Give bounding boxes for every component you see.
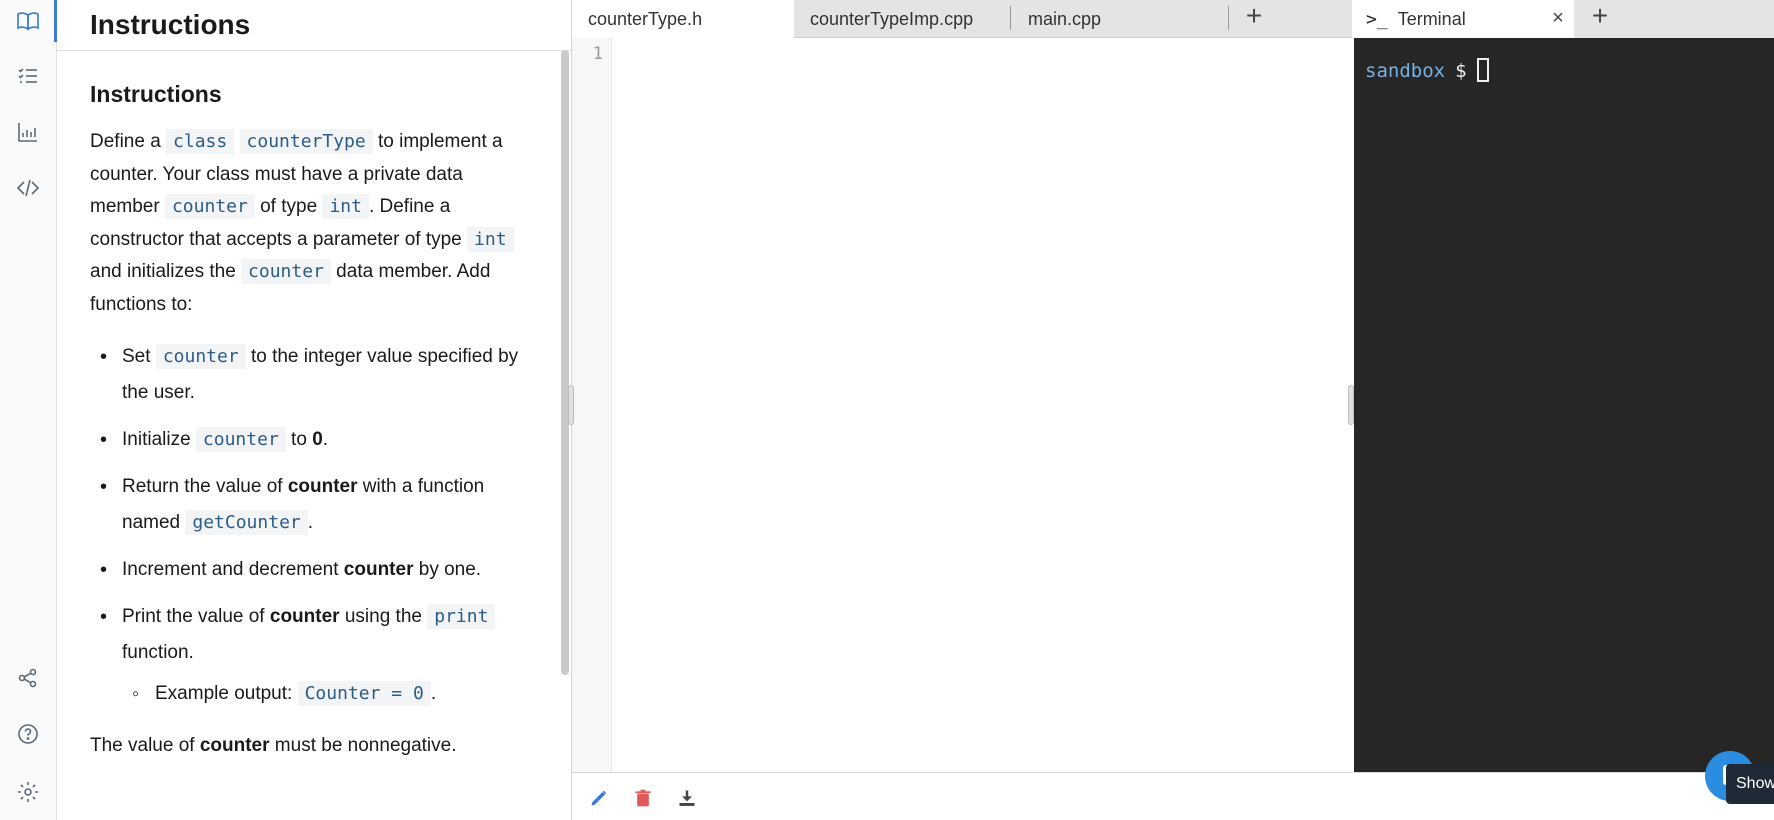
instructions-body: Instructions Define a class counterType … [57, 51, 557, 763]
bold-text: 0 [312, 429, 323, 450]
text: The value of [90, 735, 200, 756]
editor-footer [572, 772, 1352, 820]
tab-main-cpp[interactable]: main.cpp [1012, 0, 1198, 38]
text: and initializes the [90, 261, 242, 282]
text: Return the value of [122, 476, 288, 497]
add-tab-button[interactable]: + [1238, 0, 1270, 32]
inline-code: getCounter [185, 510, 308, 535]
help-icon[interactable] [14, 720, 42, 748]
list-item: Return the value of counter with a funct… [90, 469, 527, 541]
list-item: Print the value of counter using the pri… [90, 599, 527, 671]
text: Define a [90, 131, 167, 152]
tab-terminal[interactable]: >_ Terminal [1354, 0, 1574, 38]
share-icon[interactable] [14, 664, 42, 692]
code-area[interactable] [613, 38, 1345, 772]
editor-tab-bar: counterType.h counterTypeImp.cpp main.cp… [572, 0, 1352, 38]
list-item: Initialize counter to 0. [90, 422, 527, 458]
icon-rail [0, 0, 57, 820]
page-title: Instructions [90, 9, 251, 40]
inline-code: counter [241, 259, 331, 284]
terminal-cursor [1476, 58, 1489, 82]
line-number: 1 [592, 44, 603, 64]
text: must be nonnegative. [269, 735, 457, 756]
tab-separator [1228, 6, 1229, 30]
text: function. [122, 642, 194, 663]
pencil-icon[interactable] [588, 787, 610, 809]
terminal-host: sandbox [1365, 60, 1446, 82]
line-gutter: 1 [572, 38, 612, 772]
download-icon[interactable] [676, 787, 698, 809]
terminal-pane: >_ Terminal × + sandbox $ [1354, 0, 1774, 820]
inline-code: int [467, 226, 514, 252]
checklist-icon[interactable] [14, 62, 42, 90]
close-icon[interactable]: × [1546, 6, 1570, 30]
requirements-list: Set counter to the integer value specifi… [90, 339, 527, 712]
tab-counterTypeImp-cpp[interactable]: counterTypeImp.cpp [794, 0, 1010, 38]
settings-icon[interactable] [14, 778, 42, 806]
inline-code: print [427, 604, 496, 629]
text: by one. [413, 559, 482, 580]
inline-code: counter [155, 344, 246, 369]
terminal-tab-bar: >_ Terminal × + [1354, 0, 1774, 38]
inline-code: class [166, 129, 235, 154]
show-button[interactable]: Show [1726, 764, 1774, 804]
text: Increment and decrement [122, 559, 344, 580]
text: . [322, 429, 329, 450]
text: of type [254, 196, 323, 217]
section-title: Instructions [90, 81, 222, 107]
inline-code: int [322, 194, 369, 219]
list-item: Increment and decrement counter by one. [90, 552, 527, 588]
text: Example output: [155, 683, 298, 704]
tab-counterType-h[interactable]: counterType.h [572, 0, 794, 38]
text: to [285, 429, 313, 450]
instructions-pane: Instructions Instructions Define a class… [57, 0, 572, 820]
pane-resize-handle[interactable] [568, 385, 574, 425]
code-icon[interactable] [14, 174, 42, 202]
bold-text: counter [343, 559, 414, 580]
trash-icon[interactable] [632, 787, 654, 809]
instructions-header: Instructions [57, 0, 571, 51]
add-terminal-button[interactable]: + [1584, 0, 1616, 32]
code-editor: counterType.h counterTypeImp.cpp main.cp… [568, 0, 1354, 820]
nonnegative-note: The value of counter must be nonnegative… [90, 730, 527, 763]
text: Initialize [122, 429, 196, 450]
text: . [430, 683, 437, 704]
instructions-paragraph: Define a class counterType to implement … [90, 126, 527, 321]
bold-text: counter [199, 735, 270, 756]
inline-code: counter [195, 427, 286, 452]
text: Set [122, 346, 156, 367]
terminal-screen[interactable]: sandbox $ [1354, 38, 1774, 772]
sub-list-item: Example output: Counter = 0. [90, 676, 527, 712]
terminal-icon: >_ [1366, 8, 1388, 30]
text: using the [339, 606, 428, 627]
terminal-prompt: $ [1455, 60, 1467, 82]
tab-separator [1010, 6, 1011, 30]
bar-chart-icon[interactable] [14, 118, 42, 146]
inline-code: counterType [239, 129, 373, 154]
bold-text: counter [269, 606, 340, 627]
terminal-tab-label: Terminal [1397, 8, 1466, 29]
terminal-prompt-line: sandbox $ [1365, 58, 1489, 82]
bold-text: counter [287, 476, 358, 497]
book-icon[interactable] [14, 7, 42, 35]
text: . [307, 512, 314, 533]
list-item: Set counter to the integer value specifi… [90, 339, 527, 411]
scrollbar-thumb[interactable] [561, 50, 569, 675]
text: Print the value of [122, 606, 270, 627]
inline-code: Counter = 0 [297, 681, 431, 706]
inline-code: counter [164, 194, 255, 219]
